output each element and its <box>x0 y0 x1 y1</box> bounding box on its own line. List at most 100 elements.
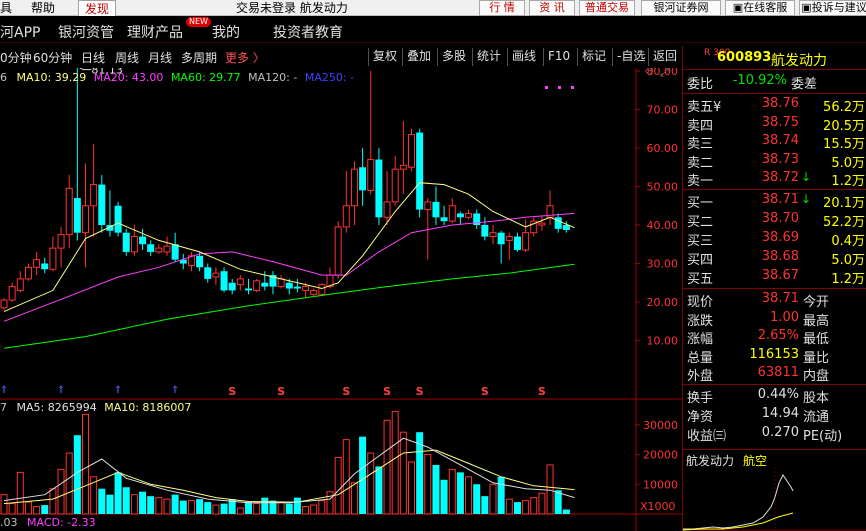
galaxy-website-button[interactable]: 银河证券网 <box>641 0 721 16</box>
back-button[interactable]: 返回 <box>648 48 681 66</box>
watchlist-remove-button[interactable]: -自选 <box>612 48 649 66</box>
nav-item-asset-management[interactable]: 银河资管 <box>58 22 114 42</box>
stat-2: 涨幅 2.65% 最低 <box>683 328 866 347</box>
fund-2-right: PE(动) <box>803 429 843 444</box>
nav-item-wealth-products[interactable]: 理财产品 <box>127 22 183 42</box>
statistics-button[interactable]: 统计 <box>472 48 505 66</box>
ask-level-5: 卖五¥ 38.76 56.2万 <box>683 96 866 115</box>
stat-4: 外盘 63811 内盘 <box>683 365 866 384</box>
candle-body <box>432 201 440 218</box>
candle-body <box>212 272 220 278</box>
volume-bar <box>408 461 415 515</box>
event-s-icon: S <box>416 385 424 398</box>
period-weekly[interactable]: 周线 <box>115 49 139 66</box>
bid-level-3-value: 38.69 <box>761 230 799 245</box>
ma20-legend: MA20: 43.00 <box>93 71 164 84</box>
stock-code[interactable]: 600893 <box>717 50 771 65</box>
f10-button[interactable]: F10 <box>543 48 574 66</box>
bid-level-2-label: 买二 <box>687 215 714 230</box>
candle-body <box>481 225 489 237</box>
volume-bar <box>204 502 212 514</box>
price-tick-label: 10.00 <box>647 335 679 348</box>
candle-body <box>253 280 261 291</box>
ask-level-1-right: 1.2万 <box>831 174 865 189</box>
news-button[interactable]: 资 讯 <box>529 0 575 16</box>
fund-1-value: 14.94 <box>761 406 799 421</box>
trade-button[interactable]: 普通交易 <box>579 0 635 16</box>
candle-body <box>359 167 367 191</box>
bid-level-4-right: 5.0万 <box>831 253 865 268</box>
menu-item-tools[interactable]: 具 <box>0 0 12 16</box>
stat-2-value: 2.65% <box>757 328 799 343</box>
event-s-icon: S <box>342 385 350 398</box>
quote-panel: R 300 600893 航发动力 委比 -10.92% 委差 航发动力 航空 … <box>682 46 866 531</box>
candle-body <box>245 288 252 291</box>
volume-bar <box>465 476 473 515</box>
candle-body <box>416 132 424 210</box>
candle-body <box>261 282 269 287</box>
login-status: 交易未登录 航发动力 <box>236 1 348 15</box>
candle-body <box>236 278 244 286</box>
period-monthly[interactable]: 月线 <box>148 49 172 66</box>
candle-body <box>424 201 432 211</box>
stat-2-label: 涨幅 <box>687 332 714 347</box>
volume-ma5-line <box>3 437 575 504</box>
candle-body <box>57 234 65 249</box>
stock-name[interactable]: 航发动力 <box>771 50 827 70</box>
event-s-icon: S <box>383 385 391 398</box>
stat-1-right: 最高 <box>803 313 830 329</box>
volume-bar <box>220 503 228 514</box>
fund-0-right: 股本 <box>803 391 830 406</box>
online-service-button[interactable]: ▣在线客服 <box>725 0 795 16</box>
volume-bar <box>334 457 342 515</box>
ask-level-4-value: 38.75 <box>761 114 799 130</box>
candle-body <box>391 168 399 203</box>
volume-bar <box>196 499 204 514</box>
period-multi[interactable]: 多周期 <box>181 49 217 66</box>
quotes-button[interactable]: 行 情 <box>479 0 525 16</box>
ma10-legend: MA10: 39.29 <box>16 71 87 84</box>
period-toolbar: 0分钟 60分钟 日线 周线 月线 多周期 更多 〉 复权 叠加 多股 统计 画… <box>0 46 682 68</box>
intraday-mini-chart[interactable] <box>683 467 866 531</box>
candle-body <box>65 187 73 236</box>
volume-unit-label: X1000 <box>640 500 676 513</box>
stat-4-label: 外盘 <box>687 369 714 384</box>
divider <box>683 384 866 385</box>
menu-item-help[interactable]: 帮助 <box>31 0 55 16</box>
volume-bar <box>16 471 24 515</box>
candle-body <box>375 159 383 218</box>
fund-1: 净资 14.94 流通 <box>683 406 866 425</box>
nav-item-investor-education[interactable]: 投资者教育 <box>273 22 343 42</box>
price-tick-label: 30.00 <box>647 258 679 271</box>
candle-body <box>350 168 358 207</box>
fund-0: 换手 0.44% 股本 <box>683 387 866 406</box>
nav-item-app[interactable]: 河APP <box>0 22 40 42</box>
volume-bar <box>473 484 481 514</box>
mark-button[interactable]: 标记 <box>577 48 610 66</box>
candle-body <box>302 286 310 291</box>
candle-body <box>220 271 228 291</box>
ask-level-1-value: 38.72 <box>761 170 799 185</box>
volume-bar <box>302 506 310 515</box>
order-ratio-label: 委比 <box>687 77 714 92</box>
period-minute[interactable]: 0分钟 <box>0 49 32 66</box>
period-60min[interactable]: 60分钟 <box>33 49 72 66</box>
complaint-button[interactable]: ▣投诉与建议 <box>799 0 866 16</box>
volume-tick-label: 20000 <box>643 449 678 462</box>
bid-level-5-value: 38.67 <box>761 268 799 283</box>
draw-line-button[interactable]: 画线 <box>507 48 540 66</box>
stat-1-label: 涨跌 <box>687 313 714 329</box>
adjust-button[interactable]: 复权 <box>368 48 401 66</box>
multi-stock-button[interactable]: 多股 <box>437 48 470 66</box>
nav-item-mine[interactable]: 我的 <box>212 22 240 42</box>
volume-bar <box>489 483 497 515</box>
price-tick-label: 70.00 <box>647 104 679 117</box>
kline-chart[interactable]: ◇ ⤢10.0020.0030.0040.0050.0060.0070.0080.… <box>0 68 682 531</box>
more-periods-button[interactable]: 更多 〉 <box>225 49 265 66</box>
ask-level-2-value: 38.73 <box>761 151 799 167</box>
candle-body <box>204 267 212 279</box>
period-daily[interactable]: 日线 <box>81 49 105 66</box>
overlay-button[interactable]: 叠加 <box>402 48 435 66</box>
menu-item-discover[interactable]: 发现 <box>78 0 117 16</box>
price-tick-label: 50.00 <box>647 181 679 194</box>
